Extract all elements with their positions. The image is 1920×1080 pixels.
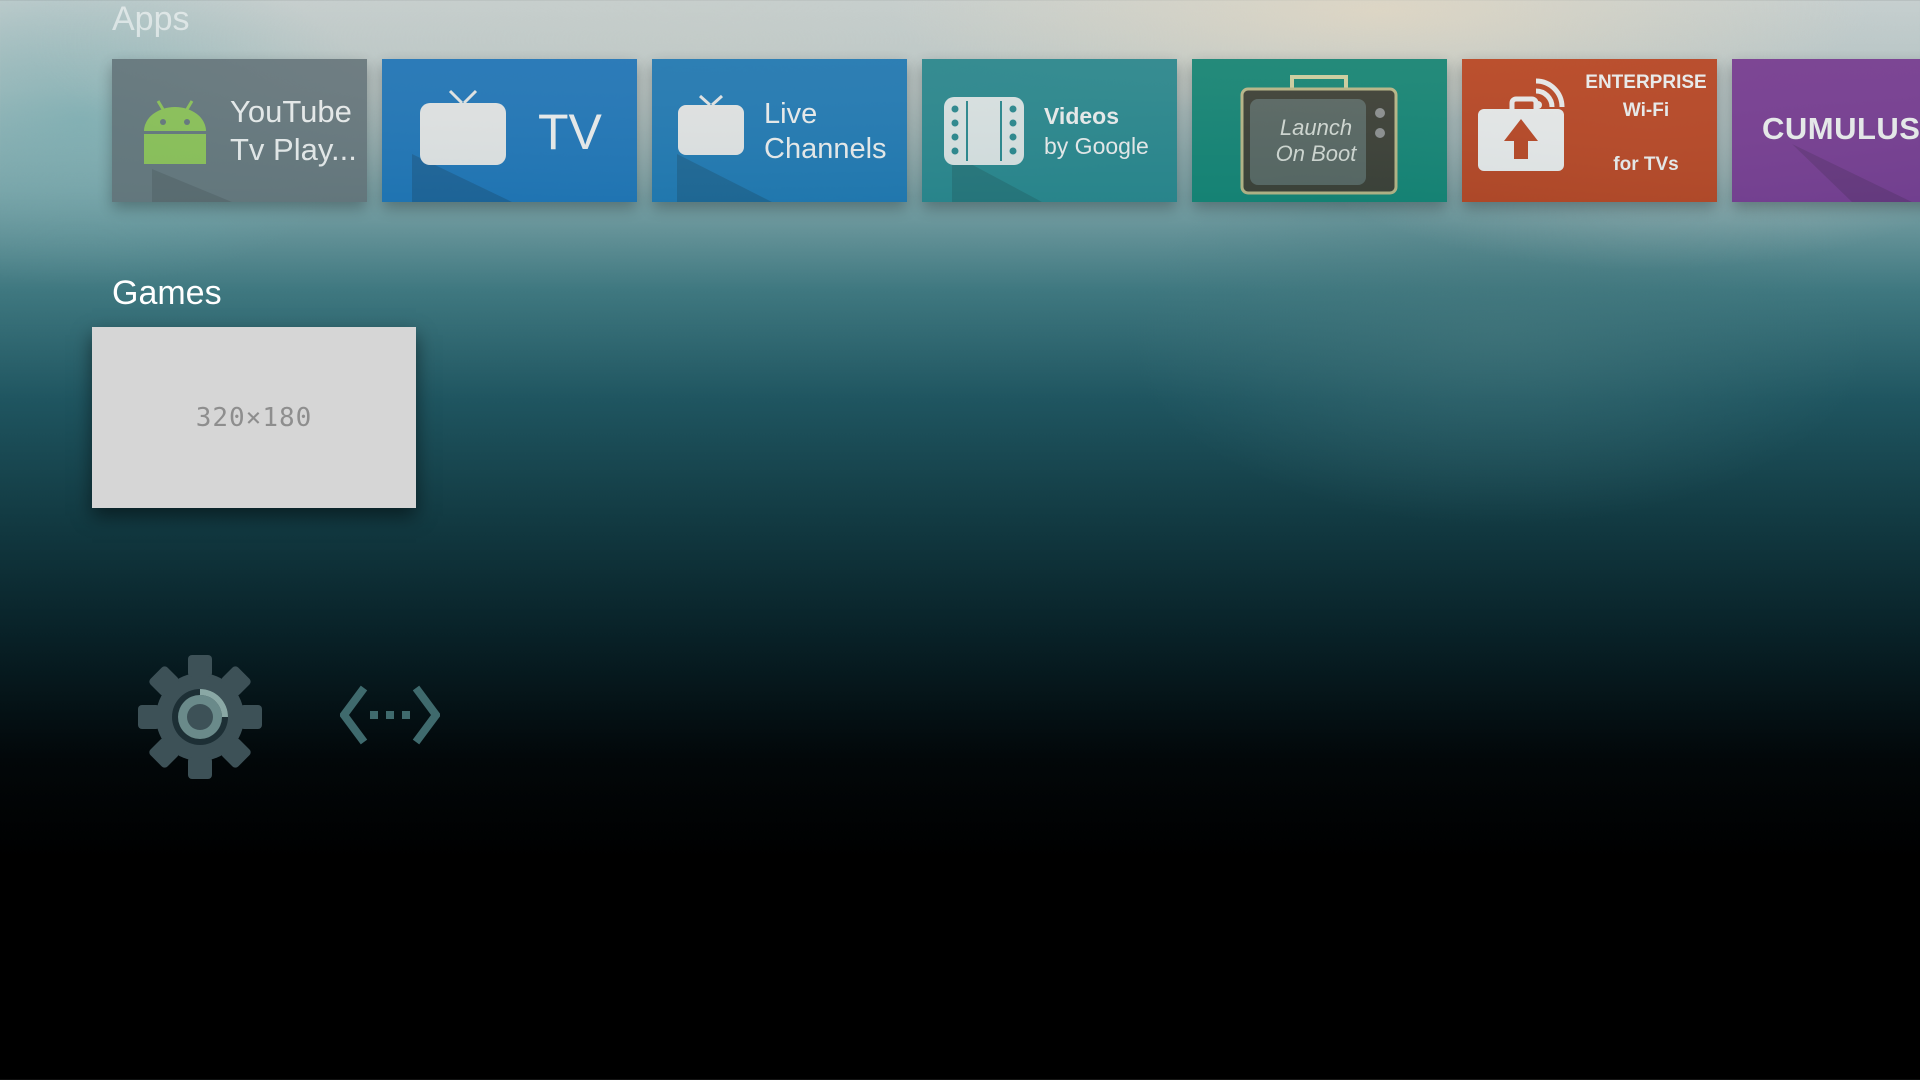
app-tile-label: Launch On Boot (1258, 115, 1374, 167)
app-tile-label-line1: YouTube (230, 94, 352, 129)
app-tile-label-line1: Launch (1279, 115, 1353, 140)
app-tile-cumulus[interactable]: CUMULUS (1732, 59, 1920, 202)
app-tile-enterprise-wifi[interactable]: ENTERPRISE Wi-Fi for TVs (1462, 59, 1717, 202)
app-tile-label-line1: ENTERPRISE (1585, 72, 1707, 93)
wifi-upload-icon (1478, 78, 1565, 171)
app-tile-label-line2: Wi-Fi (1622, 100, 1670, 121)
app-tile-label-line1: Videos (1044, 103, 1119, 129)
app-tile-label: Live Channels (764, 97, 887, 167)
placeholder-text: 320×180 (195, 402, 313, 433)
app-tile-label-line2: Channels (764, 133, 887, 165)
app-tile-label-line2: On Boot (1275, 141, 1357, 166)
film-strip-icon (944, 97, 1024, 165)
network-icon[interactable] (340, 680, 440, 750)
app-tile-tv[interactable]: TV (382, 59, 637, 202)
apps-row: YouTube Tv Play... TV Live Channels Vide… (112, 59, 1920, 202)
app-tile-videos-by-google[interactable]: Videos by Google (922, 59, 1177, 202)
app-tile-label-line1: Live (764, 98, 818, 130)
tv-icon (420, 89, 506, 165)
app-tile-label-line2: Tv Play... (230, 132, 357, 167)
gear-icon[interactable] (136, 653, 264, 781)
tv-icon (678, 94, 744, 155)
app-tile-label-line3: for TVs (1613, 154, 1679, 175)
apps-section-title: Apps (112, 0, 190, 38)
app-tile-label-line2: by Google (1044, 133, 1149, 159)
app-tile-label: YouTube Tv Play... (230, 93, 357, 169)
app-tile-label: ENTERPRISE Wi-Fi for TVs (1576, 69, 1716, 179)
app-tile-label: Videos by Google (1044, 101, 1149, 161)
app-tile-launch-on-boot[interactable]: Launch On Boot (1192, 59, 1447, 202)
app-tile-label: CUMULUS (1762, 111, 1920, 146)
game-card-placeholder[interactable]: 320×180 (92, 327, 416, 508)
app-tile-youtube-tv-player[interactable]: YouTube Tv Play... (112, 59, 367, 202)
games-section-title: Games (112, 274, 222, 312)
android-icon (144, 100, 206, 164)
app-tile-label: TV (538, 104, 602, 160)
app-tile-live-channels[interactable]: Live Channels (652, 59, 907, 202)
